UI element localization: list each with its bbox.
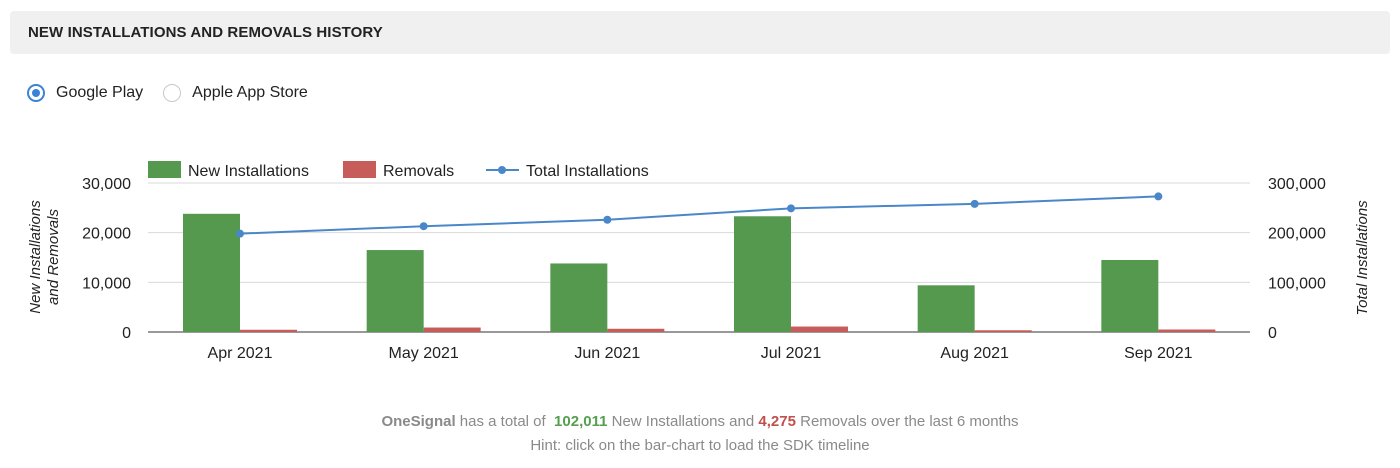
summary-installs-count: 102,011 <box>554 413 608 430</box>
summary-brand: OneSignal <box>381 413 456 430</box>
new-installations-bar[interactable] <box>1101 259 1159 332</box>
y2-tick-label: 200,000 <box>1268 226 1326 243</box>
removals-bar[interactable] <box>791 326 848 332</box>
x-tick-label: Apr 2021 <box>208 345 273 362</box>
y2-axis-label: Total Installations <box>1354 200 1371 316</box>
total-installations-line <box>239 195 1159 235</box>
removals-bar[interactable] <box>423 327 481 332</box>
total-installations-point <box>236 229 244 238</box>
summary-removals-count: 4,275 <box>758 413 796 430</box>
summary-text-3: Removals over the last 6 months <box>800 413 1019 430</box>
radio-button-unchecked-icon[interactable] <box>163 84 182 102</box>
removals-bar[interactable] <box>607 328 665 332</box>
x-tick-label: May 2021 <box>389 345 459 362</box>
radio-button-checked-icon[interactable] <box>27 84 45 102</box>
x-tick-label: Aug 2021 <box>940 345 1009 362</box>
total-installations-point <box>419 222 428 231</box>
new-installations-bar[interactable] <box>917 285 975 332</box>
removals-bar[interactable] <box>974 330 1032 332</box>
legend-total-installations-label[interactable]: Total Installations <box>526 163 649 180</box>
y-tick-label: 20,000 <box>82 226 131 243</box>
y2-tick-label: 300,000 <box>1268 176 1326 193</box>
new-installations-bar[interactable] <box>366 250 424 332</box>
radio-apple-app-store-label[interactable]: Apple App Store <box>192 84 308 102</box>
summary-text-1: has a total of <box>459 413 546 430</box>
new-installations-bar[interactable] <box>183 213 240 332</box>
y-tick-label: 30,000 <box>82 176 131 193</box>
x-tick-label: Sep 2021 <box>1124 345 1193 362</box>
section-title: NEW INSTALLATIONS AND REMOVALS HISTORY <box>28 24 383 41</box>
new-installations-bar[interactable] <box>734 216 791 332</box>
legend-new-installations-swatch[interactable] <box>148 161 181 178</box>
legend-removals-swatch[interactable] <box>343 161 376 178</box>
y2-tick-label: 0 <box>1268 325 1277 342</box>
radio-google-play[interactable]: Google Play <box>27 84 143 102</box>
new-installations-bar[interactable] <box>550 263 608 332</box>
hint-text: Hint: click on the bar-chart to load the… <box>530 437 870 454</box>
y2-tick-label: 100,000 <box>1268 275 1326 292</box>
installations-chart[interactable]: 0 10,000 20,000 30,000 0 100,000 200,000 300,00… <box>0 150 1400 390</box>
removals-bar[interactable] <box>240 329 297 332</box>
x-tick-label: Jul 2021 <box>761 345 822 362</box>
total-installations-point <box>787 204 795 213</box>
y-axis-label: New Installationsand Removals <box>27 200 62 314</box>
total-installations-point <box>1154 192 1163 201</box>
summary-text: OneSignal has a total of 102,011 New Ins… <box>0 413 1400 430</box>
legend-new-installations-label[interactable]: New Installations <box>188 163 309 180</box>
legend-removals-label[interactable]: Removals <box>383 163 454 180</box>
legend-total-installations-marker[interactable] <box>498 166 506 174</box>
store-selector: Google Play Apple App Store <box>27 84 328 102</box>
removals-bar[interactable] <box>1158 329 1216 332</box>
radio-google-play-label[interactable]: Google Play <box>56 84 143 102</box>
radio-apple-app-store[interactable]: Apple App Store <box>163 84 308 102</box>
section-header: NEW INSTALLATIONS AND REMOVALS HISTORY <box>10 11 1390 54</box>
y-tick-label: 0 <box>122 325 131 342</box>
x-tick-label: Jun 2021 <box>574 345 640 362</box>
total-installations-point <box>603 215 612 224</box>
total-installations-point <box>970 199 979 208</box>
summary-text-2: New Installations and <box>611 413 755 430</box>
y-tick-label: 10,000 <box>82 275 131 292</box>
